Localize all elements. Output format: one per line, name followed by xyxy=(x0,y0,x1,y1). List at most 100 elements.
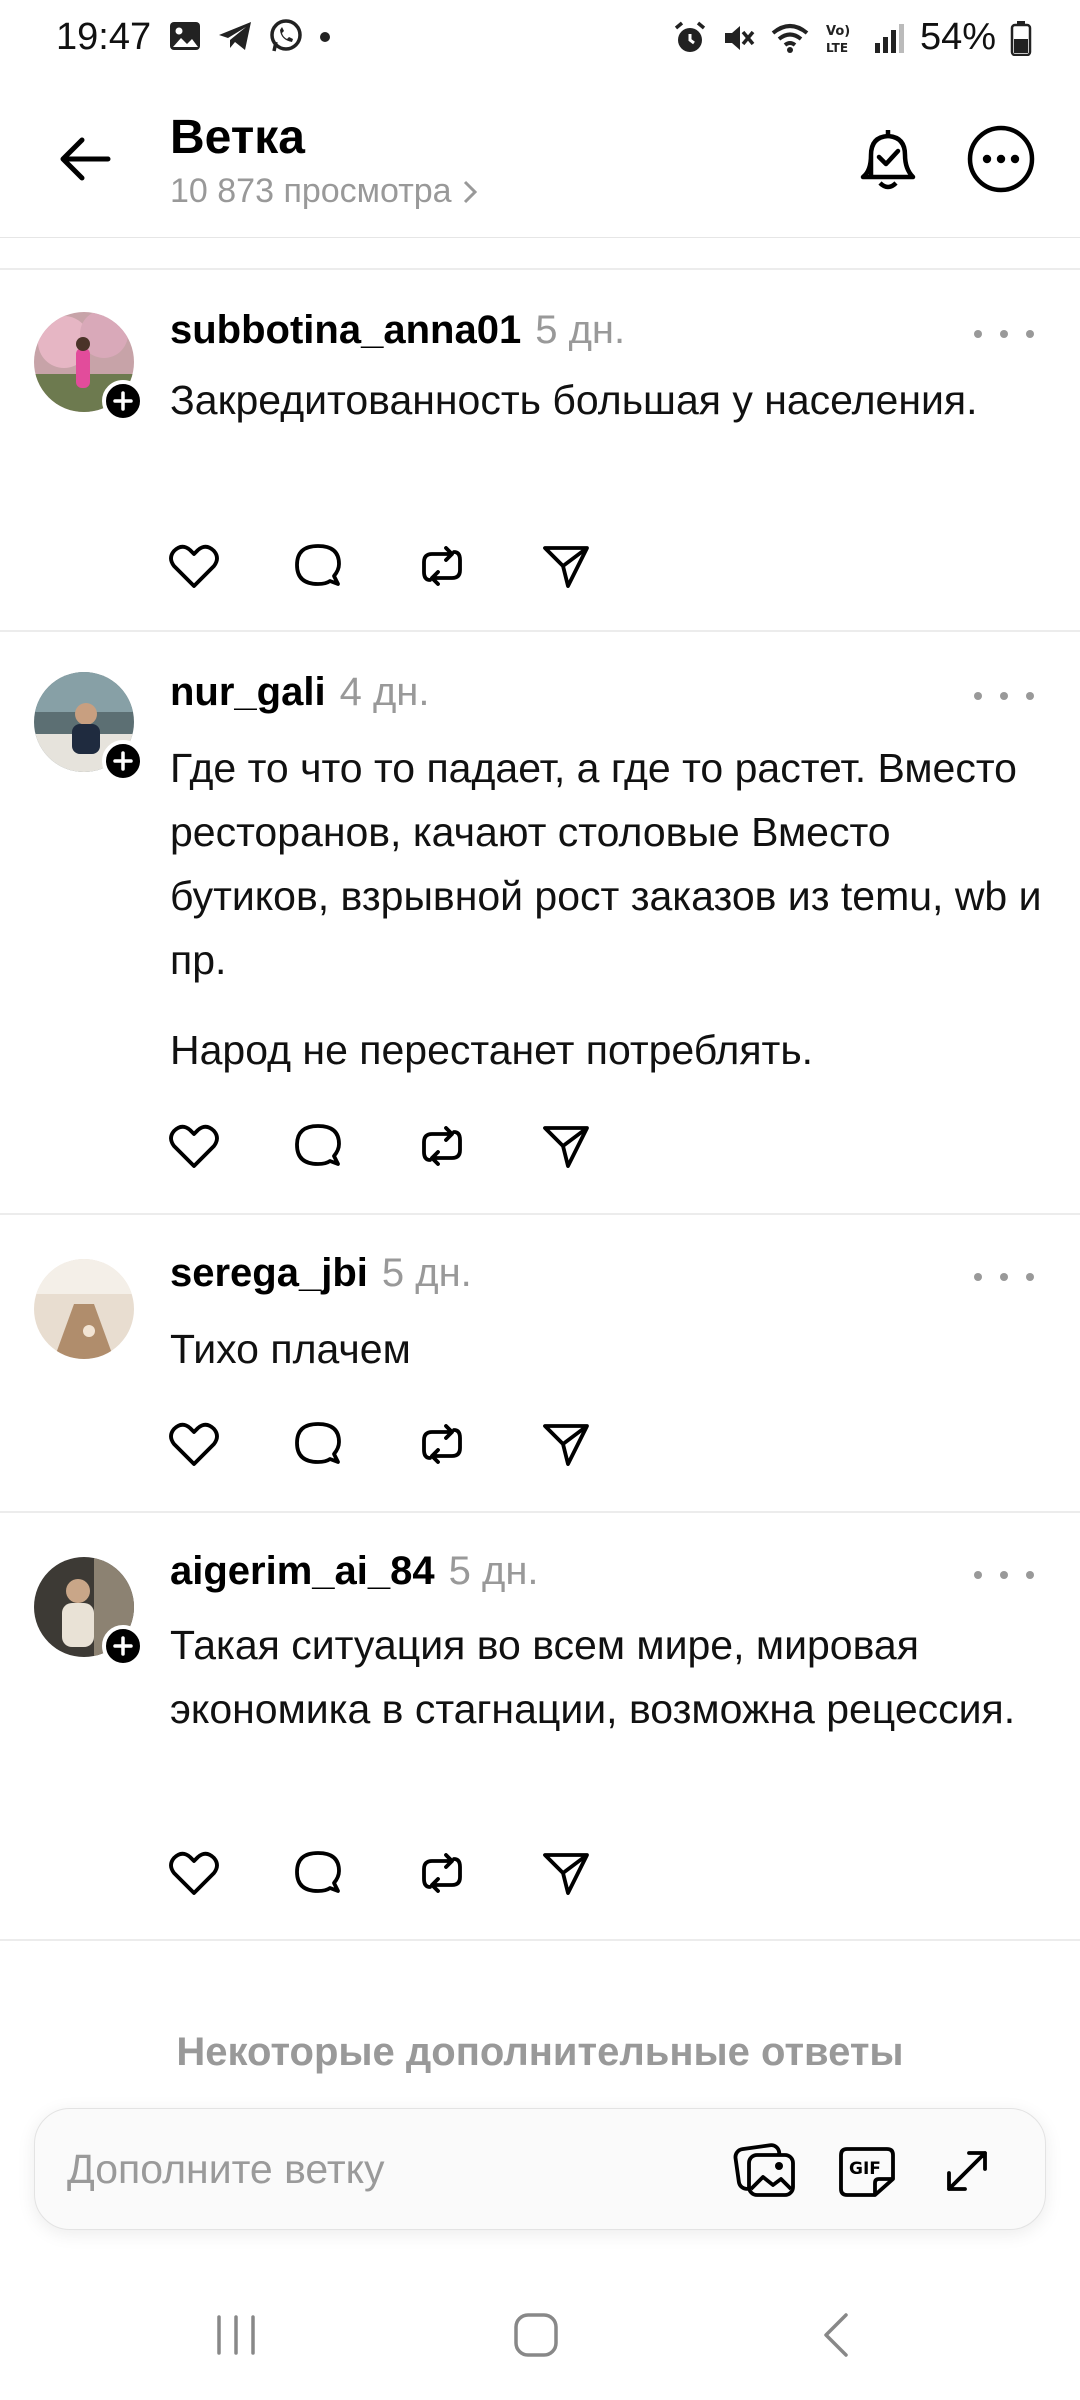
svg-text:Vo): Vo) xyxy=(826,24,850,39)
post-meta: serega_jbi 5 дн. xyxy=(170,1251,472,1296)
avatar-button[interactable] xyxy=(34,1557,144,1667)
post-time: 5 дн. xyxy=(381,1251,472,1295)
svg-text:LTE: LTE xyxy=(826,41,848,55)
like-button[interactable] xyxy=(168,540,220,592)
repost-icon xyxy=(422,1853,462,1893)
reply-icon xyxy=(295,544,341,586)
recents-icon xyxy=(217,2315,255,2355)
reply-composer: GIF xyxy=(34,2108,1046,2230)
views-link[interactable]: 10 873 просмотра xyxy=(170,172,480,211)
post-actions xyxy=(168,540,592,592)
follow-badge[interactable] xyxy=(102,740,144,782)
post-paragraph: Где то что то падает, а где то растет. В… xyxy=(170,745,1042,983)
post-meta: aigerim_ai_84 5 дн. xyxy=(170,1549,539,1594)
back-nav-icon xyxy=(824,2313,848,2357)
wifi-icon xyxy=(771,23,809,53)
thread-reply: nur_gali 4 дн. Где то что то падает, а г… xyxy=(0,632,1080,1215)
volte-icon: Vo) LTE xyxy=(826,24,850,55)
post-time: 5 дн. xyxy=(535,308,626,352)
battery-icon xyxy=(1010,20,1032,56)
post-actions xyxy=(168,1120,592,1172)
plus-icon xyxy=(113,391,133,411)
reply-button[interactable] xyxy=(292,1418,344,1470)
username[interactable]: serega_jbi xyxy=(170,1251,368,1296)
avatar-button[interactable] xyxy=(34,312,144,422)
plus-icon xyxy=(113,751,133,771)
repost-button[interactable] xyxy=(416,1120,468,1172)
share-button[interactable] xyxy=(540,540,592,592)
recents-button[interactable] xyxy=(196,2300,276,2370)
avatar-button[interactable] xyxy=(34,672,144,782)
repost-button[interactable] xyxy=(416,1418,468,1470)
post-paragraph: Закредитованность большая у населения. xyxy=(170,377,978,423)
share-button[interactable] xyxy=(540,1120,592,1172)
reply-icon xyxy=(295,1422,341,1464)
expand-icon xyxy=(947,2151,987,2191)
image-icon xyxy=(733,2143,795,2197)
like-icon xyxy=(169,1851,219,1895)
post-options-button[interactable] xyxy=(974,676,1034,716)
share-button[interactable] xyxy=(540,1418,592,1470)
username[interactable]: nur_gali xyxy=(170,670,326,715)
repost-button[interactable] xyxy=(416,540,468,592)
post-options-button[interactable] xyxy=(974,314,1034,354)
reply-input[interactable] xyxy=(67,2141,707,2197)
follow-badge[interactable] xyxy=(102,380,144,422)
notify-button[interactable] xyxy=(852,120,924,198)
username[interactable]: aigerim_ai_84 xyxy=(170,1549,435,1594)
avatar xyxy=(34,1259,134,1359)
post-meta: subbotina_anna01 5 дн. xyxy=(170,308,625,353)
post-meta: nur_gali 4 дн. xyxy=(170,670,430,715)
more-replies-link[interactable]: Некоторые дополнительные ответы xyxy=(0,2030,1080,2075)
post-text: Где то что то падает, а где то растет. В… xyxy=(170,736,1050,1082)
post-paragraph: Народ не перестанет потреблять. xyxy=(170,1027,814,1073)
status-notification-icons xyxy=(168,18,332,54)
like-button[interactable] xyxy=(168,1847,220,1899)
post-actions xyxy=(168,1847,592,1899)
status-bar: 19:47 Vo) LTE 54% xyxy=(0,0,1080,80)
system-nav-bar xyxy=(0,2270,1080,2400)
attach-image-button[interactable] xyxy=(731,2137,799,2205)
views-count: 10 873 просмотра xyxy=(170,172,452,210)
arrow-left-icon xyxy=(60,137,111,181)
plus-icon xyxy=(113,1636,133,1656)
back-button[interactable] xyxy=(50,124,120,194)
share-icon xyxy=(543,1126,589,1168)
post-text: Тихо плачем xyxy=(170,1317,1050,1381)
post-paragraph: Такая ситуация во всем мире, мировая эко… xyxy=(170,1622,1016,1732)
like-button[interactable] xyxy=(168,1418,220,1470)
reply-button[interactable] xyxy=(292,540,344,592)
repost-icon xyxy=(422,1126,462,1166)
repost-icon xyxy=(422,1424,462,1464)
back-nav-button[interactable] xyxy=(796,2300,876,2370)
share-button[interactable] xyxy=(540,1847,592,1899)
post-options-button[interactable] xyxy=(974,1555,1034,1595)
post-time: 5 дн. xyxy=(448,1549,539,1593)
post-options-button[interactable] xyxy=(974,1257,1034,1297)
avatar-button[interactable] xyxy=(34,1259,136,1361)
status-system-icons: Vo) LTE 54% xyxy=(672,16,1032,59)
telegram-icon xyxy=(219,22,251,50)
more-circle-icon xyxy=(967,125,1035,193)
thread-options-button[interactable] xyxy=(966,124,1036,194)
username[interactable]: subbotina_anna01 xyxy=(170,308,521,353)
reply-button[interactable] xyxy=(292,1847,344,1899)
thread-reply: aigerim_ai_84 5 дн. Такая ситуация во вс… xyxy=(0,1513,1080,1941)
like-button[interactable] xyxy=(168,1120,220,1172)
expand-composer-button[interactable] xyxy=(933,2137,1001,2205)
thread-reply: serega_jbi 5 дн. Тихо плачем xyxy=(0,1215,1080,1513)
reply-button[interactable] xyxy=(292,1120,344,1172)
follow-badge[interactable] xyxy=(102,1625,144,1667)
like-icon xyxy=(169,1124,219,1168)
alarm-icon xyxy=(674,21,706,52)
post-time: 4 дн. xyxy=(339,670,430,714)
attach-gif-button[interactable]: GIF xyxy=(833,2137,901,2205)
status-time: 19:47 xyxy=(56,16,152,58)
svg-text:GIF: GIF xyxy=(849,2159,881,2179)
home-icon xyxy=(514,2313,558,2357)
thread-header: Ветка 10 873 просмотра xyxy=(0,80,1080,238)
home-button[interactable] xyxy=(496,2300,576,2370)
repost-button[interactable] xyxy=(416,1847,468,1899)
whatsapp-icon xyxy=(270,19,302,52)
like-icon xyxy=(169,544,219,588)
